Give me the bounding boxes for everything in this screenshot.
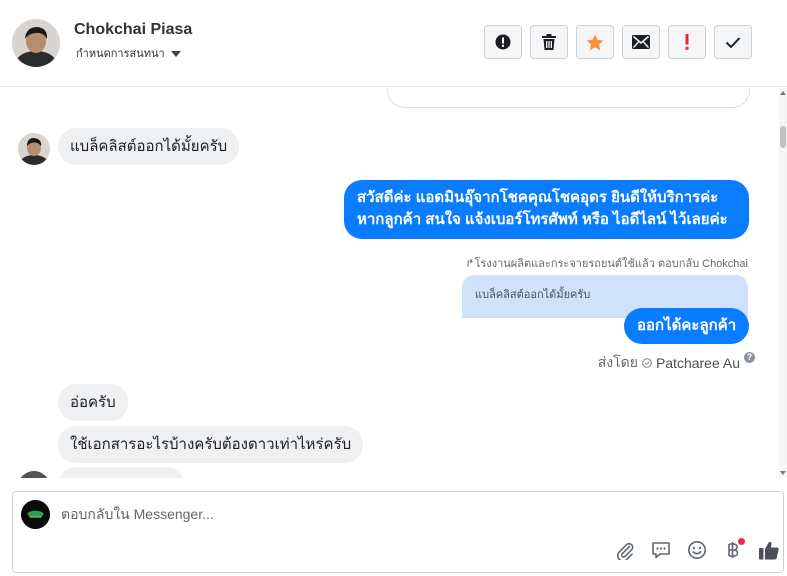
help-icon[interactable]: ? (744, 352, 755, 363)
envelope-icon (632, 35, 650, 49)
conversation-header: Chokchai Piasa กำหนดการสนทนา (0, 0, 787, 87)
message-bubble-outgoing-reply[interactable]: ออกได้คะลูกค้า (624, 308, 749, 344)
composer-tools (607, 538, 787, 562)
chat-bubble-icon (652, 542, 670, 559)
scroll-down-arrow-icon[interactable] (780, 471, 786, 475)
mark-unread-button[interactable] (622, 25, 660, 59)
reply-context-text: โรงงานผลิตและกระจายรถยนต์ใช้แล้ว ตอบกลับ… (474, 258, 748, 270)
message-bubble-incoming-partial[interactable] (58, 467, 184, 478)
message-line: สวัสดีค่ะ แอดมินอุ๊จากโชคคุณโชคอุดร ยินด… (357, 189, 719, 206)
header-actions (484, 25, 752, 59)
reply-context: ↱โรงงานผลิตและกระจายรถยนต์ใช้แล้ว ตอบกลั… (465, 254, 748, 272)
scrollbar-thumb[interactable] (780, 126, 786, 148)
reply-composer (12, 491, 784, 573)
agent-name[interactable]: Patcharee Au (656, 355, 740, 371)
contact-name[interactable]: Chokchai Piasa (74, 21, 192, 39)
message-line: หากลูกค้า สนใจ แจ้งเบอร์โทรศัพท์ หรือ ไอ… (357, 211, 728, 228)
notification-badge (738, 538, 745, 545)
sent-by-label: ส่งโดย (597, 354, 638, 370)
payment-button[interactable] (715, 538, 751, 562)
conversation-stage-dropdown[interactable]: กำหนดการสนทนา (76, 44, 181, 62)
page-avatar (21, 500, 50, 529)
message-thread[interactable]: แบล็คลิสต์ออกได้มั้ยครับ สวัสดีค่ะ แอดมิ… (0, 88, 779, 478)
reply-input[interactable] (61, 504, 661, 524)
mark-done-button[interactable] (714, 25, 752, 59)
mark-important-button[interactable] (668, 25, 706, 59)
star-icon (586, 34, 604, 50)
customer-avatar (18, 133, 50, 165)
paperclip-icon (616, 542, 634, 560)
emoji-button[interactable] (679, 538, 715, 562)
message-bubble-incoming[interactable]: ใช้เอกสารอะไรบ้างครับต้องดาวเท่าไหร่ครับ (58, 426, 364, 463)
saved-replies-button[interactable] (643, 538, 679, 562)
smiley-icon (688, 541, 706, 559)
delete-button[interactable] (530, 25, 568, 59)
thread-scrollbar[interactable] (779, 88, 787, 478)
caret-down-icon (170, 50, 181, 57)
star-button[interactable] (576, 25, 614, 59)
customer-avatar (18, 471, 50, 478)
reply-arrow-icon: ↱ (465, 258, 475, 270)
exclamation-icon (685, 34, 689, 50)
message-bubble-incoming[interactable]: แบล็คลิสต์ออกได้มั้ยครับ (58, 128, 240, 165)
message-bubble-incoming[interactable]: อ่อครับ (58, 384, 128, 421)
mark-spam-button[interactable] (484, 25, 522, 59)
thumbs-up-icon (759, 541, 779, 560)
trash-icon (542, 34, 556, 50)
alert-circle-icon (495, 34, 511, 50)
like-button[interactable] (751, 538, 787, 562)
previous-message-card (387, 88, 750, 108)
attach-button[interactable] (607, 538, 643, 562)
sent-by-line: ส่งโดย Patcharee Au (598, 352, 740, 374)
checkmark-icon (725, 36, 741, 48)
message-bubble-outgoing[interactable]: สวัสดีค่ะ แอดมินอุ๊จากโชคคุณโชคอุดร ยินด… (344, 180, 749, 239)
scroll-up-arrow-icon[interactable] (780, 91, 786, 95)
verified-agent-icon (642, 358, 652, 368)
stage-label: กำหนดการสนทนา (76, 48, 165, 60)
contact-avatar[interactable] (12, 19, 60, 67)
